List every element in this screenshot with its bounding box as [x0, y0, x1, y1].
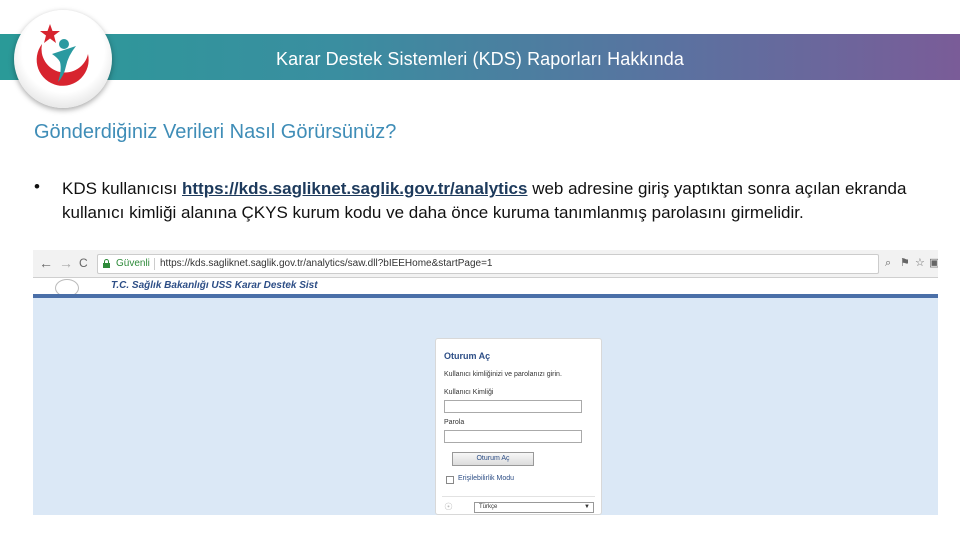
login-page-screenshot: ← → C Güvenli https://kds.sagliknet.sagl…	[33, 250, 938, 515]
title-banner: Karar Destek Sistemleri (KDS) Raporları …	[0, 34, 960, 80]
logo-emblem-icon	[36, 24, 89, 86]
user-id-label: Kullanıcı Kimliği	[444, 389, 494, 396]
address-bar[interactable]: Güvenli https://kds.sagliknet.saglik.gov…	[97, 254, 879, 274]
language-value: Türkçe	[479, 504, 498, 510]
star-icon[interactable]: ☆	[915, 257, 925, 269]
analytics-link[interactable]: https://kds.sagliknet.saglik.gov.tr/anal…	[182, 179, 527, 198]
browser-toolbar: ← → C Güvenli https://kds.sagliknet.sagl…	[33, 250, 938, 278]
login-panel: Oturum Aç Kullanıcı kimliğinizi ve parol…	[435, 338, 602, 515]
accessibility-label: Erişilebilirlik Modu	[458, 475, 515, 482]
accessibility-checkbox[interactable]	[446, 476, 454, 484]
extension-icon[interactable]: ▣	[929, 257, 938, 269]
page-title: Karar Destek Sistemleri (KDS) Raporları …	[276, 49, 684, 69]
login-instruction: Kullanıcı kimliğinizi ve parolanızı giri…	[444, 371, 562, 378]
instruction-paragraph: KDS kullanıcısı https://kds.sagliknet.sa…	[62, 177, 934, 225]
back-arrow-icon[interactable]: ←	[39, 256, 53, 270]
password-field[interactable]	[444, 430, 582, 443]
lock-icon	[103, 259, 110, 268]
url-separator	[154, 258, 155, 270]
forward-arrow-icon[interactable]: →	[59, 256, 73, 270]
site-title: T.C. Sağlık Bakanlığı USS Karar Destek S…	[111, 280, 318, 291]
language-select[interactable]: Türkçe ▼	[474, 502, 594, 513]
login-title: Oturum Aç	[444, 351, 491, 361]
ministry-logo	[14, 10, 112, 108]
url-text: https://kds.sagliknet.saglik.gov.tr/anal…	[160, 258, 493, 269]
login-divider	[442, 496, 595, 497]
security-label: Güvenli	[116, 258, 150, 269]
login-button[interactable]: Oturum Aç	[452, 452, 534, 466]
reload-icon[interactable]: C	[79, 256, 88, 270]
paragraph-text-before-link: KDS kullanıcısı	[62, 179, 182, 198]
zoom-icon[interactable]: ⌕	[885, 257, 891, 269]
user-id-field[interactable]	[444, 400, 582, 413]
password-label: Parola	[444, 419, 465, 426]
bullet-marker: •	[34, 177, 40, 196]
dropdown-arrow-icon: ▼	[584, 504, 590, 510]
pin-icon[interactable]: ⚑	[900, 257, 910, 269]
section-heading: Gönderdiğiniz Verileri Nasıl Görürsünüz?	[34, 121, 397, 143]
globe-icon: ☉	[444, 502, 453, 513]
